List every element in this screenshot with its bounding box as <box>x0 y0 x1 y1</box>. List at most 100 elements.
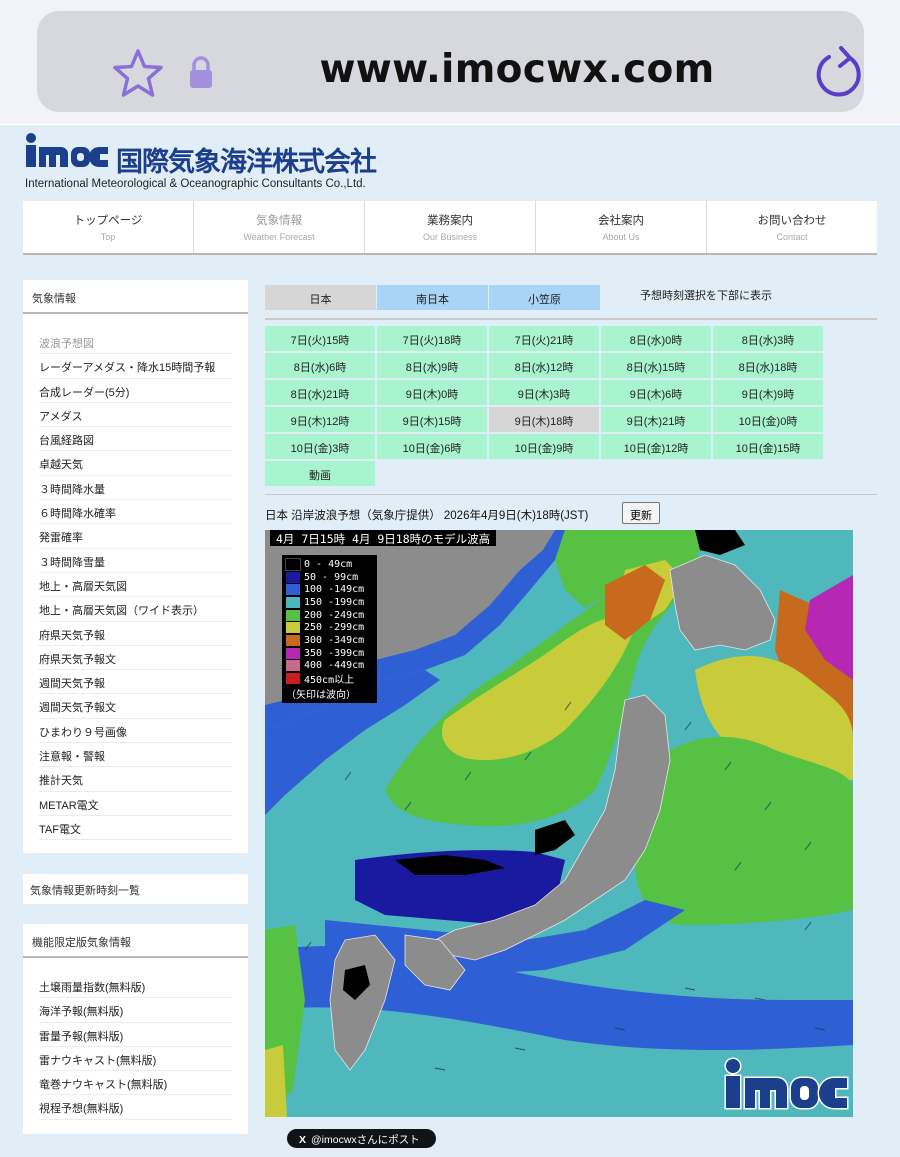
time-cell[interactable]: 8日(水)12時 <box>489 353 599 378</box>
legend-swatch <box>286 584 300 596</box>
time-cell[interactable]: 9日(木)6時 <box>601 380 711 405</box>
sidebar-weather-item[interactable]: 注意報・警報 <box>39 743 232 768</box>
time-cell[interactable]: 10日(金)6時 <box>377 434 487 459</box>
browser-toolbar: www.imocwx.com <box>0 0 900 124</box>
legend-swatch <box>286 596 300 608</box>
sidebar-weather-item[interactable]: 波浪予想図 <box>39 330 232 355</box>
nav-top-sublabel: Top <box>100 232 116 242</box>
time-cell[interactable]: 7日(火)15時 <box>265 326 375 351</box>
time-cell[interactable]: 8日(水)21時 <box>265 380 375 405</box>
sidebar-limited-item[interactable]: 視程予想(無料版) <box>39 1095 232 1120</box>
animation-button[interactable]: 動画 <box>265 461 375 486</box>
time-cell[interactable]: 9日(木)18時 <box>489 407 599 432</box>
sidebar-limited-item[interactable]: 土壌雨量指数(無料版) <box>39 974 232 999</box>
nav-weather[interactable]: 気象情報 Weather Forecast <box>194 201 365 253</box>
sidebar-weather-item[interactable]: ひまわり９号画像 <box>39 719 232 744</box>
url-text[interactable]: www.imocwx.com <box>267 47 767 92</box>
time-cell[interactable]: 9日(木)12時 <box>265 407 375 432</box>
time-cell[interactable]: 8日(水)9時 <box>377 353 487 378</box>
sidebar-weather-item[interactable]: ６時間降水確率 <box>39 500 232 525</box>
nav-business[interactable]: 業務案内 Our Business <box>365 201 536 253</box>
sidebar-limited-item[interactable]: 雷ナウキャスト(無料版) <box>39 1047 232 1072</box>
imoc-watermark-logo <box>724 1057 849 1110</box>
legend-swatch <box>286 609 300 621</box>
legend-swatch <box>286 571 300 583</box>
nav-contact-label: お問い合わせ <box>757 215 827 227</box>
time-cell[interactable]: 9日(木)21時 <box>601 407 711 432</box>
legend-row: 350 -399cm <box>286 647 373 660</box>
time-cell[interactable]: 8日(水)6時 <box>265 353 375 378</box>
post-button[interactable]: X @imocwxさんにポスト <box>287 1129 436 1148</box>
nav-contact[interactable]: お問い合わせ Contact <box>707 201 877 253</box>
sidebar-weather-item[interactable]: TAF電文 <box>39 816 232 841</box>
time-cell[interactable]: 7日(火)21時 <box>489 326 599 351</box>
tab-minami-nihon[interactable]: 南日本 <box>377 285 488 310</box>
time-cell[interactable]: 10日(金)3時 <box>265 434 375 459</box>
sidebar-weather-item[interactable]: 週間天気予報文 <box>39 694 232 719</box>
tab-nihon[interactable]: 日本 <box>265 285 376 310</box>
divider <box>265 494 877 495</box>
nav-top-label: トップページ <box>73 215 143 227</box>
lock-icon <box>190 56 212 88</box>
legend-row: 100 -149cm <box>286 583 373 596</box>
time-cell[interactable]: 10日(金)0時 <box>713 407 823 432</box>
time-cell[interactable]: 7日(火)18時 <box>377 326 487 351</box>
legend-label: 350 -399cm <box>304 647 365 659</box>
star-icon[interactable] <box>110 46 166 102</box>
legend-row: 200 -249cm <box>286 609 373 622</box>
nav-about[interactable]: 会社案内 About Us <box>536 201 707 253</box>
time-cell[interactable]: 9日(木)0時 <box>377 380 487 405</box>
map-header: 4月 7日15時 4月 9日18時のモデル波高 <box>270 530 497 546</box>
time-cell[interactable]: 8日(水)0時 <box>601 326 711 351</box>
sidebar-weather-item[interactable]: 週間天気予報 <box>39 670 232 695</box>
sidebar-weather-item[interactable]: 発雷確率 <box>39 524 232 549</box>
sidebar-weather-item[interactable]: 府県天気予報文 <box>39 646 232 671</box>
nav-weather-sublabel: Weather Forecast <box>243 232 315 242</box>
sidebar-weather-item[interactable]: アメダス <box>39 403 232 428</box>
sidebar-weather-item[interactable]: 合成レーダー(5分) <box>39 379 232 403</box>
sidebar-weather-item[interactable]: 地上・高層天気図（ワイド表示） <box>39 597 232 622</box>
sidebar-weather-item[interactable]: 府県天気予報 <box>39 622 232 646</box>
legend-swatch <box>286 622 300 634</box>
sidebar-limited-item[interactable]: 海洋予報(無料版) <box>39 998 232 1023</box>
nav-top[interactable]: トップページ Top <box>23 201 194 253</box>
sidebar-weather-item[interactable]: レーダーアメダス・降水15時間予報 <box>39 354 232 379</box>
address-bar[interactable]: www.imocwx.com <box>37 11 864 112</box>
time-select-hint: 予想時刻選択を下部に表示 <box>640 290 772 302</box>
sidebar-limited-item[interactable]: 竜巻ナウキャスト(無料版) <box>39 1071 232 1096</box>
sidebar-weather-item[interactable]: ３時間降水量 <box>39 476 232 501</box>
time-cell[interactable]: 9日(木)3時 <box>489 380 599 405</box>
legend-row: 300 -349cm <box>286 634 373 647</box>
sidebar-update-box: 気象情報更新時刻一覧 <box>23 874 248 904</box>
post-button-label: @imocwxさんにポスト <box>311 1134 420 1146</box>
legend-row: 150 -199cm <box>286 596 373 609</box>
sidebar-weather-heading: 気象情報 <box>23 280 248 314</box>
global-nav: トップページ Top 気象情報 Weather Forecast 業務案内 Ou… <box>23 201 877 255</box>
sidebar-weather-item[interactable]: 台風経路図 <box>39 427 232 452</box>
time-cell[interactable]: 8日(水)3時 <box>713 326 823 351</box>
time-cell[interactable]: 10日(金)12時 <box>601 434 711 459</box>
sidebar-weather-item[interactable]: ３時間降雪量 <box>39 549 232 573</box>
legend-swatch <box>286 647 300 659</box>
forecast-title: 日本 沿岸波浪予想（気象庁提供） 2026年4月9日(木)18時(JST) <box>265 510 589 522</box>
sidebar-limited-item[interactable]: 雷量予報(無料版) <box>39 1023 232 1047</box>
company-name-jp: 国際気象海洋株式会社 <box>116 147 377 178</box>
time-cell[interactable]: 8日(水)18時 <box>713 353 823 378</box>
legend-row: 450cm以上 <box>286 672 373 687</box>
sidebar-weather-item[interactable]: METAR電文 <box>39 792 232 816</box>
update-button[interactable]: 更新 <box>622 502 660 524</box>
time-cell[interactable]: 8日(水)15時 <box>601 353 711 378</box>
tab-ogasawara[interactable]: 小笠原 <box>489 285 600 310</box>
sidebar-weather-item[interactable]: 推計天気 <box>39 767 232 792</box>
imoc-logo-mark <box>26 133 108 167</box>
sidebar-weather-item[interactable]: 卓越天気 <box>39 451 232 476</box>
legend-label: 450cm以上 <box>304 675 355 687</box>
time-cell[interactable]: 9日(木)15時 <box>377 407 487 432</box>
time-cell[interactable]: 10日(金)9時 <box>489 434 599 459</box>
time-cell[interactable]: 10日(金)15時 <box>713 434 823 459</box>
legend-row: 0 - 49cm <box>285 557 373 571</box>
reload-icon[interactable] <box>812 44 864 100</box>
sidebar-update-link[interactable]: 気象情報更新時刻一覧 <box>23 874 248 904</box>
sidebar-weather-item[interactable]: 地上・高層天気図 <box>39 573 232 598</box>
time-cell[interactable]: 9日(木)9時 <box>713 380 823 405</box>
